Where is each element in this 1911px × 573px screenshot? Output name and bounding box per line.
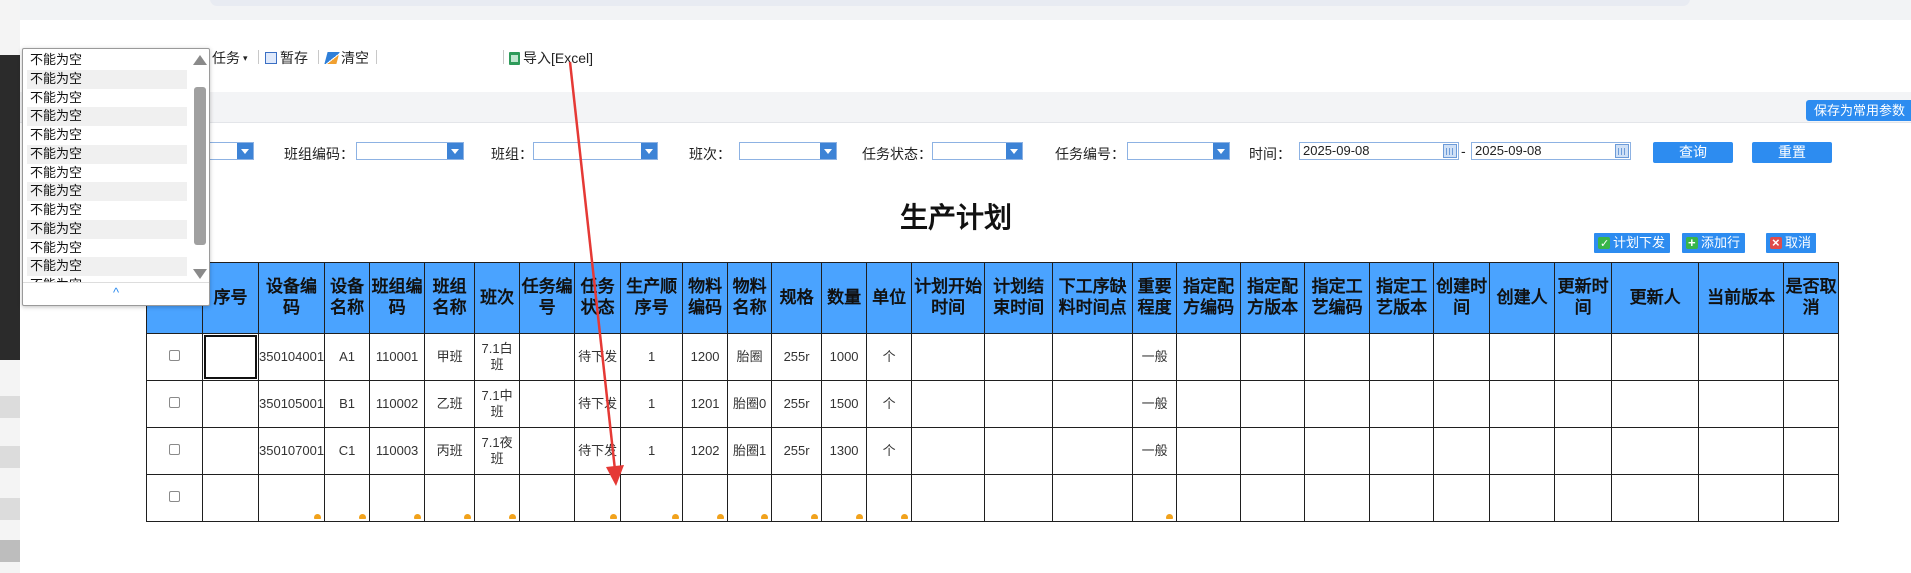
annotation-arrow <box>568 61 624 486</box>
